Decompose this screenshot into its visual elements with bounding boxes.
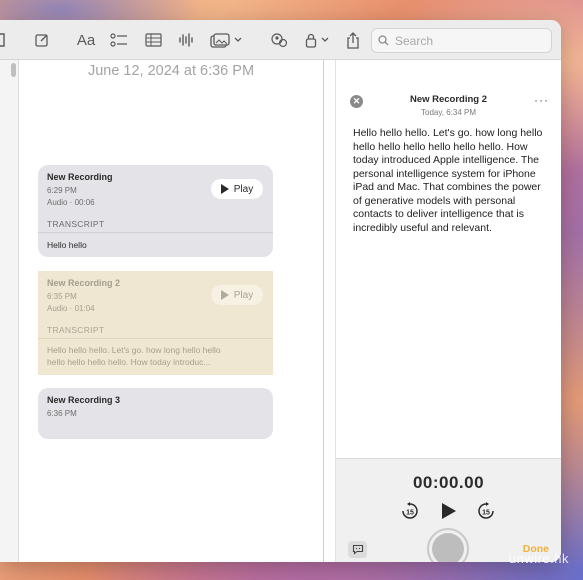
recording-inspector: ✕ New Recording 2 Today, 6:34 PM ··· Hel…	[336, 60, 561, 562]
speech-bubble-icon	[352, 544, 363, 555]
lock-icon	[305, 33, 317, 48]
play-label: Play	[233, 289, 254, 301]
divider	[38, 338, 273, 339]
playback-timer: 00:00.00	[412, 473, 485, 492]
chevron-down-icon	[234, 37, 242, 42]
play-icon[interactable]	[442, 503, 456, 519]
recording-duration: Audio · 00:06	[47, 198, 95, 207]
transcript-preview-line-2: hello hello hello hello. How today intro…	[47, 357, 211, 367]
transcript-toggle-button[interactable]	[348, 541, 367, 558]
recording-card[interactable]: New Recording 3 6:36 PM	[38, 388, 273, 439]
inspector-title: New Recording 2	[409, 94, 488, 105]
recording-duration: Audio · 01:04	[47, 304, 95, 313]
transcript-preview-line-1: Hello hello hello. Let's go. how long he…	[47, 345, 221, 355]
play-button[interactable]: Play	[211, 285, 263, 305]
divider	[38, 232, 273, 233]
play-label: Play	[233, 183, 254, 195]
recording-title: New Recording	[47, 172, 113, 182]
scrollbar-thumb[interactable]	[11, 63, 16, 77]
search-input[interactable]	[395, 33, 545, 48]
skip-back-button[interactable]: 15	[400, 501, 420, 521]
skip-forward-button[interactable]: 15	[476, 501, 496, 521]
table-icon[interactable]	[143, 28, 163, 52]
recording-time: 6:29 PM	[47, 186, 77, 195]
note-date: June 12, 2024 at 6:36 PM	[87, 63, 255, 79]
recording-card-selected[interactable]: New Recording 2 6:35 PM Audio · 01:04 Pl…	[38, 271, 273, 375]
skip-forward-label: 15	[482, 510, 490, 517]
toolbar: Aa	[0, 20, 561, 60]
media-menu-button[interactable]	[209, 28, 243, 52]
skip-back-label: 15	[406, 510, 414, 517]
inspector-subtitle: Today, 6:34 PM	[421, 108, 476, 117]
play-button[interactable]: Play	[211, 179, 263, 199]
record-button[interactable]	[427, 528, 469, 562]
search-field[interactable]	[371, 28, 552, 53]
share-icon[interactable]	[344, 28, 362, 52]
search-icon	[378, 35, 389, 46]
skip-back-15-icon: 15	[402, 502, 418, 519]
collaborate-icon[interactable]	[268, 28, 290, 52]
record-icon	[432, 533, 464, 562]
recording-time: 6:35 PM	[47, 292, 77, 301]
lock-menu-button[interactable]	[303, 28, 331, 52]
audio-player: 00:00.00 15 15 Done	[336, 458, 561, 562]
play-icon	[220, 184, 229, 194]
notes-list-edge	[0, 60, 19, 562]
format-text-button[interactable]: Aa	[75, 28, 97, 52]
recording-title: New Recording 3	[47, 395, 121, 405]
transcript-label: TRANSCRIPT	[47, 325, 105, 335]
skip-forward-15-icon: 15	[478, 502, 494, 519]
audio-waveform-icon[interactable]	[176, 28, 196, 52]
recording-time: 6:36 PM	[47, 409, 77, 418]
note-editor[interactable]: June 12, 2024 at 6:36 PM New Recording 6…	[19, 60, 323, 562]
recording-title: New Recording 2	[47, 278, 121, 288]
pane-divider[interactable]	[323, 60, 324, 562]
transcript-preview: Hello hello	[47, 240, 87, 250]
transcript-label: TRANSCRIPT	[47, 219, 105, 229]
chevron-down-icon	[321, 37, 329, 42]
more-options-icon[interactable]: ···	[534, 93, 549, 107]
checklist-icon[interactable]	[109, 28, 129, 52]
recording-card[interactable]: New Recording 6:29 PM Audio · 00:06 Play…	[38, 165, 273, 257]
media-icon	[210, 32, 230, 48]
compose-icon[interactable]	[32, 28, 52, 52]
transcript-body[interactable]: Hello hello hello. Let's go. how long he…	[353, 127, 549, 235]
notes-window: Aa June 12, 2024 at	[0, 20, 561, 562]
play-icon	[220, 290, 229, 300]
watermark: unwire.hk	[508, 551, 569, 566]
sidebar-icon[interactable]	[0, 28, 8, 52]
